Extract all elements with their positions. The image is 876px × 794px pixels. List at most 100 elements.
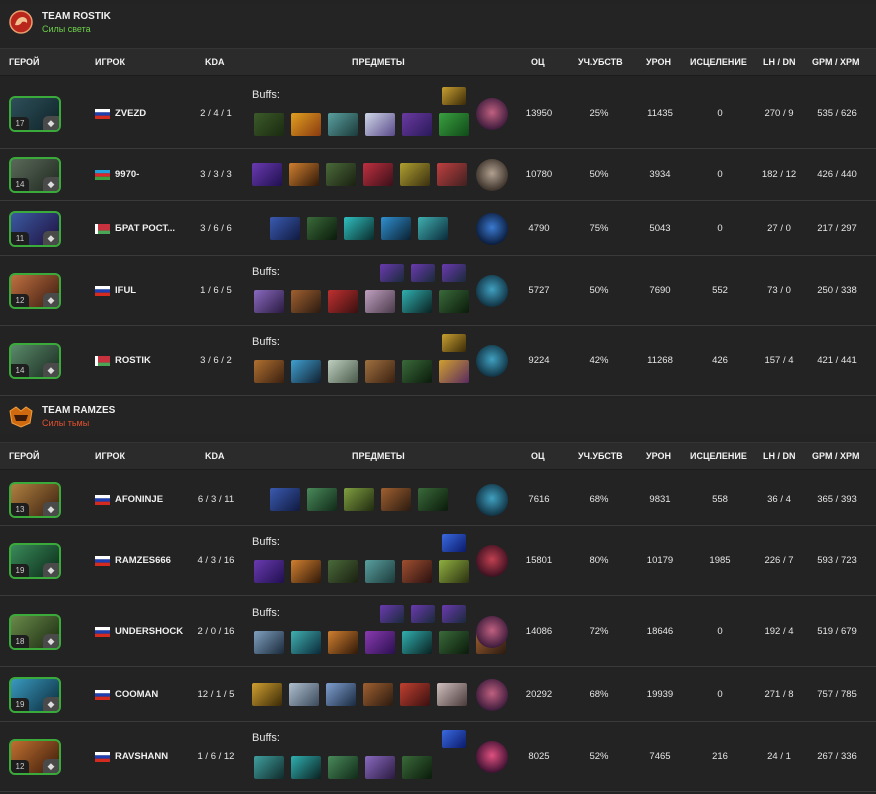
hero-portrait[interactable]: 11 ◆ (9, 210, 61, 247)
hero-portrait[interactable]: 14 ◆ (9, 343, 61, 379)
sword-item-icon[interactable] (439, 113, 469, 136)
hammer-buff-icon[interactable] (411, 605, 435, 623)
orb-item-icon[interactable] (402, 290, 432, 313)
lantern-item-icon[interactable] (254, 756, 284, 779)
cloak-item-icon[interactable] (365, 290, 395, 313)
hero-portrait[interactable]: 19 ◆ (9, 676, 61, 713)
axe-item-icon[interactable] (328, 113, 358, 136)
gem-buff-icon[interactable] (442, 605, 466, 623)
torch-item-icon[interactable] (328, 631, 358, 654)
col-lhdn[interactable]: LH / DN (763, 451, 796, 461)
orb-item-icon[interactable] (291, 756, 321, 779)
helm-item-icon[interactable] (344, 487, 374, 511)
orb-item-icon[interactable] (344, 216, 374, 240)
mask-item-icon[interactable] (436, 682, 467, 706)
blade-item-icon[interactable] (325, 682, 356, 706)
player-name[interactable]: IFUL (115, 285, 136, 296)
player-name[interactable]: COOMAN (115, 689, 158, 700)
player-name[interactable]: ROSTIK (115, 355, 151, 366)
die-neutral-icon[interactable] (476, 615, 508, 648)
col-items[interactable]: ПРЕДМЕТЫ (352, 451, 405, 461)
player-name[interactable]: AFONINJE (115, 494, 163, 505)
col-gpm[interactable]: GPM / XPM (812, 451, 860, 461)
helm-item-icon[interactable] (399, 163, 430, 186)
boots-item-icon[interactable] (270, 487, 300, 511)
bottle-item-icon[interactable] (439, 360, 469, 383)
boots-item-icon[interactable] (254, 360, 284, 383)
dagger-item-icon[interactable] (365, 756, 395, 779)
staff-item-icon[interactable] (439, 290, 469, 313)
boots-item-icon[interactable] (381, 487, 411, 511)
staff-item-icon[interactable] (307, 216, 337, 240)
mask-buff-icon[interactable] (442, 264, 466, 282)
hero-portrait[interactable]: 14 ◆ (9, 157, 61, 193)
lantern-neutral-icon[interactable] (476, 275, 508, 307)
boots-item-icon[interactable] (291, 290, 321, 313)
col-hero[interactable]: ГЕРОЙ (9, 57, 39, 67)
col-lhdn[interactable]: LH / DN (763, 57, 796, 67)
hammer-item-icon[interactable] (436, 163, 467, 186)
shield-item-icon[interactable] (328, 756, 358, 779)
scroll-item-icon[interactable] (328, 360, 358, 383)
hero-portrait[interactable]: 12 ◆ (9, 273, 61, 309)
orb-item-icon[interactable] (288, 682, 319, 706)
mask-item-icon[interactable] (402, 560, 432, 583)
daedalus-item-icon[interactable] (291, 113, 321, 136)
hero-portrait[interactable]: 12 ◆ (9, 739, 61, 775)
gem-item-icon[interactable] (291, 360, 321, 383)
shield-item-icon[interactable] (307, 487, 337, 511)
col-heal[interactable]: ИСЦЕЛЕНИЕ (690, 57, 747, 67)
staff-item-icon[interactable] (439, 631, 469, 654)
boots-item-icon[interactable] (254, 560, 284, 583)
stone-neutral-icon[interactable] (476, 159, 508, 191)
col-nw[interactable]: ОЦ (531, 451, 545, 461)
player-name[interactable]: ZVEZD (115, 108, 146, 119)
wind-item-icon[interactable] (418, 216, 448, 240)
col-nw[interactable]: ОЦ (531, 57, 545, 67)
claw-buff-icon[interactable] (380, 605, 404, 623)
col-hero[interactable]: ГЕРОЙ (9, 451, 39, 461)
rune-buff-icon[interactable] (380, 264, 404, 282)
flower-neutral-icon[interactable] (476, 741, 508, 773)
col-kda[interactable]: KDA (205, 451, 225, 461)
cape-neutral-icon[interactable] (476, 545, 508, 577)
col-part[interactable]: УЧ.УБСТВ (578, 451, 623, 461)
scepter-buff-icon[interactable] (442, 730, 466, 748)
orb-buff-icon[interactable] (411, 264, 435, 282)
aghanim-shard-buff-icon[interactable] (442, 334, 466, 352)
col-player[interactable]: ИГРОК (95, 451, 125, 461)
die-neutral-icon[interactable] (476, 678, 508, 711)
potion-neutral-icon[interactable] (476, 212, 508, 245)
staff-item-icon[interactable] (254, 113, 284, 136)
col-items[interactable]: ПРЕДМЕТЫ (352, 57, 405, 67)
orb-item-icon[interactable] (402, 631, 432, 654)
col-heal[interactable]: ИСЦЕЛЕНИЕ (690, 451, 747, 461)
hero-portrait[interactable]: 18 ◆ (9, 613, 61, 650)
player-name[interactable]: БРАТ РОСТ... (115, 223, 175, 234)
boots-item-icon[interactable] (251, 163, 282, 186)
staff-item-icon[interactable] (325, 163, 356, 186)
claw-item-icon[interactable] (399, 682, 430, 706)
mask-item-icon[interactable] (362, 163, 393, 186)
hero-portrait[interactable]: 19 ◆ (9, 543, 61, 579)
aghanim-shard-buff-icon[interactable] (442, 87, 466, 105)
boots-item-icon[interactable] (270, 216, 300, 240)
helm-item-icon[interactable] (439, 560, 469, 583)
col-dmg[interactable]: УРОН (646, 451, 671, 461)
claw-item-icon[interactable] (328, 290, 358, 313)
player-name[interactable]: RAMZES666 (115, 555, 171, 566)
glimmer-item-icon[interactable] (381, 216, 411, 240)
col-gpm[interactable]: GPM / XPM (812, 57, 860, 67)
belt-item-icon[interactable] (365, 360, 395, 383)
wind-item-icon[interactable] (291, 631, 321, 654)
lantern-neutral-icon[interactable] (476, 345, 508, 377)
boots-item-icon[interactable] (402, 113, 432, 136)
torch-item-icon[interactable] (291, 560, 321, 583)
scepter-buff-icon[interactable] (442, 534, 466, 552)
torch-item-icon[interactable] (288, 163, 319, 186)
staff-item-icon[interactable] (402, 360, 432, 383)
dagger-item-icon[interactable] (254, 290, 284, 313)
staff-item-icon[interactable] (402, 756, 432, 779)
player-name[interactable]: 9970- (115, 169, 139, 180)
lantern-neutral-icon[interactable] (476, 483, 508, 516)
